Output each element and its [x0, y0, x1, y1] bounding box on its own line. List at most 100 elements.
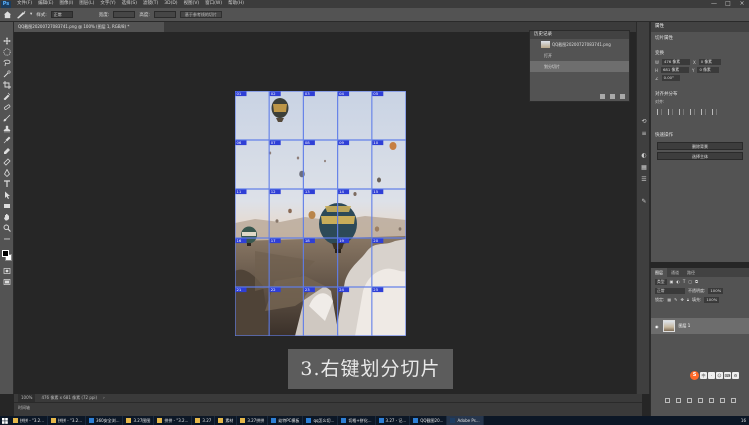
taskbar-item-photoshop[interactable]: Adobe Ps...	[447, 416, 484, 425]
slice-cell[interactable]: 07	[269, 139, 304, 190]
menu-filter[interactable]: 滤镜(T)	[140, 0, 161, 8]
move-tool-icon[interactable]	[2, 36, 12, 45]
slice-cell[interactable]: 01	[235, 91, 270, 141]
ime-settings-icon[interactable]: ⚙	[732, 372, 739, 379]
slice-cell[interactable]: 16	[235, 238, 270, 288]
photoshop-logo-icon[interactable]: Ps	[1, 0, 11, 8]
rectangle-tool-icon[interactable]	[2, 201, 12, 210]
home-icon[interactable]	[3, 10, 12, 19]
blend-mode-select[interactable]: 正常	[655, 287, 685, 294]
crop-tool-icon[interactable]	[2, 80, 12, 89]
slices-from-guides-button[interactable]: 基于参考线的切片	[179, 11, 222, 18]
align-top-icon[interactable]	[690, 109, 695, 115]
menu-3d[interactable]: 3D(D)	[161, 0, 180, 8]
slice-cell[interactable]: 13	[303, 189, 338, 239]
slice-cell[interactable]: 23	[303, 287, 338, 336]
menu-help[interactable]: 帮助(H)	[225, 0, 247, 8]
zoom-tool-icon[interactable]	[2, 223, 12, 232]
history-panel-icon[interactable]: ⟲	[640, 118, 648, 126]
zoom-level[interactable]: 100%	[18, 394, 36, 402]
menu-edit[interactable]: 编辑(E)	[35, 0, 56, 8]
history-snapshot[interactable]: QQ截图20200727083741.png	[530, 39, 629, 50]
more-tools-icon[interactable]	[2, 234, 12, 243]
style-select[interactable]: 正常	[50, 11, 73, 18]
menu-window[interactable]: 窗口(W)	[202, 0, 225, 8]
windows-start-icon[interactable]	[0, 416, 10, 425]
ime-punct-icon[interactable]: ·	[708, 372, 715, 379]
slice-cell[interactable]: 12	[269, 189, 304, 239]
quick-select-tool-icon[interactable]	[2, 69, 12, 78]
select-subject-button[interactable]: 选择主体	[657, 152, 743, 160]
taskbar-item[interactable]: 拼拼 - "3.2...	[154, 416, 193, 425]
document-dimensions[interactable]: 476 像素 x 681 像素 (72 ppi)	[41, 394, 97, 402]
taskbar-item[interactable]: 切格+拼化...	[338, 416, 376, 425]
foreground-color-swatch[interactable]	[2, 250, 9, 257]
layer-style-icon[interactable]	[676, 397, 681, 403]
add-mask-icon[interactable]	[687, 397, 692, 403]
history-panel-title[interactable]: 历史记录	[530, 31, 629, 39]
taskbar-item[interactable]: QQ截图20...	[410, 416, 448, 425]
ime-mode-icon[interactable]: 中	[700, 372, 707, 379]
filter-type-icon[interactable]: T	[683, 277, 685, 286]
history-brush-tool-icon[interactable]	[2, 135, 12, 144]
menu-image[interactable]: 图像(I)	[56, 0, 76, 8]
layer-filter-select[interactable]: 类型	[655, 278, 667, 285]
taskbar-item[interactable]: 3.27拼拼	[237, 416, 269, 425]
taskbar-item[interactable]: 拼拼 - "3.2...	[10, 416, 49, 425]
gradient-tool-icon[interactable]	[2, 157, 12, 166]
align-center-icon[interactable]	[668, 109, 673, 115]
slice-tool-icon[interactable]	[16, 10, 26, 19]
marquee-tool-icon[interactable]	[2, 47, 12, 56]
slice-cell[interactable]: 09	[337, 139, 372, 190]
width-value-field[interactable]: 476 像素	[661, 59, 690, 65]
tab-channels[interactable]: 通道	[667, 268, 683, 277]
filter-smart-icon[interactable]: ⧉	[695, 277, 698, 286]
slice-cell[interactable]: 08	[303, 139, 338, 190]
menu-layer[interactable]: 图层(L)	[76, 0, 97, 8]
maximize-button[interactable]: □	[721, 0, 735, 8]
trash-icon[interactable]	[620, 94, 625, 99]
remove-background-button[interactable]: 删除背景	[657, 142, 743, 150]
height-field[interactable]	[153, 11, 176, 18]
minimize-button[interactable]: —	[707, 0, 721, 8]
eyedropper-tool-icon[interactable]	[2, 91, 12, 100]
slice-cell[interactable]: 06	[235, 139, 270, 190]
lasso-tool-icon[interactable]	[2, 58, 12, 67]
taskbar-item[interactable]: 360安全浏...	[86, 416, 124, 425]
document-canvas[interactable]: 01 02 03 04 05 06 07 08 09 10 11 12 13 14 15 16 17 18 19 20…	[235, 91, 406, 336]
slice-cell[interactable]: 22	[269, 287, 304, 336]
delete-layer-icon[interactable]	[731, 397, 736, 403]
y-value-field[interactable]: 0 像素	[697, 67, 720, 73]
quick-mask-icon[interactable]	[2, 266, 12, 275]
slice-cell[interactable]: 17	[269, 238, 304, 288]
slice-cell[interactable]: 25	[371, 287, 406, 336]
tab-paths[interactable]: 路径	[683, 268, 699, 277]
width-field[interactable]	[113, 11, 136, 18]
taskbar-item[interactable]: 素材	[215, 416, 238, 425]
clone-stamp-tool-icon[interactable]	[2, 124, 12, 133]
slice-cell[interactable]: 19	[337, 238, 372, 288]
opacity-field[interactable]: 100%	[708, 287, 724, 294]
lock-paint-icon[interactable]: ✎	[674, 295, 677, 304]
lock-pixels-icon[interactable]: ▦	[667, 295, 671, 304]
taskbar-item[interactable]: 3.27	[192, 416, 216, 425]
menu-type[interactable]: 文字(Y)	[97, 0, 118, 8]
ime-keyboard-icon[interactable]: ⌨	[724, 372, 731, 379]
new-layer-icon[interactable]	[720, 397, 725, 403]
slice-cell[interactable]: 04	[337, 91, 372, 141]
align-right-icon[interactable]	[679, 109, 684, 115]
filter-pixel-icon[interactable]: ▣	[670, 277, 674, 286]
slice-cell[interactable]: 14	[337, 189, 372, 239]
filter-adjust-icon[interactable]: ◐	[676, 277, 680, 286]
screen-mode-icon[interactable]	[2, 277, 12, 286]
menu-view[interactable]: 视图(V)	[181, 0, 203, 8]
x-value-field[interactable]: 0 像素	[698, 59, 721, 65]
eraser-tool-icon[interactable]	[2, 146, 12, 155]
swatches-panel-icon[interactable]: ▦	[640, 164, 648, 172]
timeline-tab[interactable]: 时间轴	[18, 405, 30, 410]
slice-cell[interactable]: 10	[371, 139, 406, 190]
slice-grid[interactable]: 01 02 03 04 05 06 07 08 09 10 11 12 13 14 15 16 17 18 19 20…	[235, 91, 406, 336]
menu-select[interactable]: 选择(S)	[119, 0, 140, 8]
eye-icon[interactable]: ◉	[655, 324, 659, 329]
slice-cell[interactable]: 03	[303, 91, 338, 141]
